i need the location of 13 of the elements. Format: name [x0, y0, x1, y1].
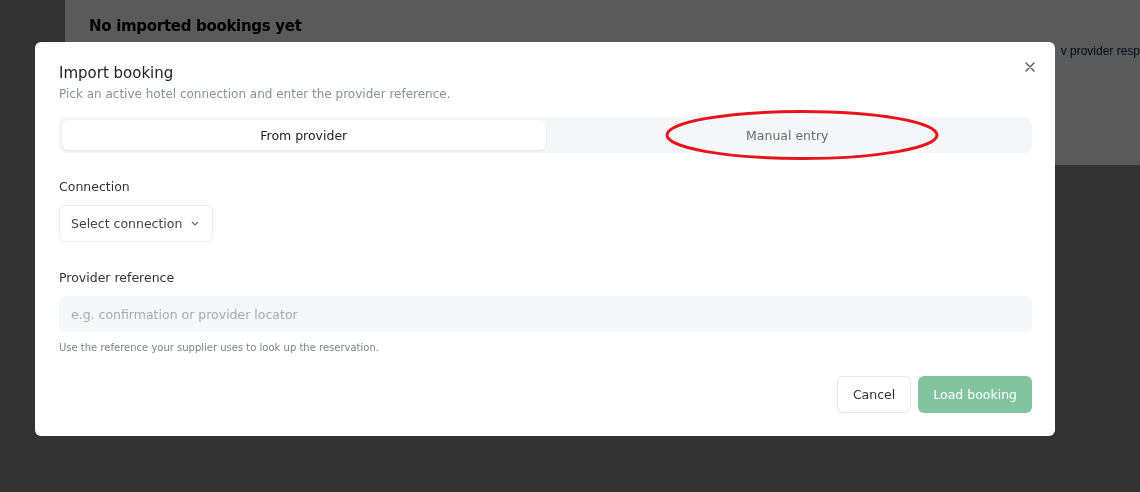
field-hint: Use the reference your supplier uses to look up the reservation.	[59, 342, 380, 353]
chevron-down-icon	[191, 221, 200, 226]
connection-dropdown[interactable]: Select connection	[59, 205, 214, 242]
close-icon[interactable]	[1023, 60, 1037, 74]
dialog-title: Import booking	[59, 64, 175, 82]
tab[interactable]: Manual entry	[545, 120, 1029, 150]
dialog-subtitle: Pick an active hotel connection and enter the provider reference.	[59, 87, 452, 101]
tab[interactable]: From provider	[62, 120, 546, 150]
empty-state-heading: No imported bookings yet	[89, 17, 303, 35]
field-label: Connection	[59, 179, 131, 194]
provider-reference-input[interactable]: e.g. confirmation or provider locator	[59, 296, 1032, 332]
cancel-button[interactable]: Cancel	[836, 376, 912, 413]
field-label: Provider reference	[59, 270, 176, 285]
